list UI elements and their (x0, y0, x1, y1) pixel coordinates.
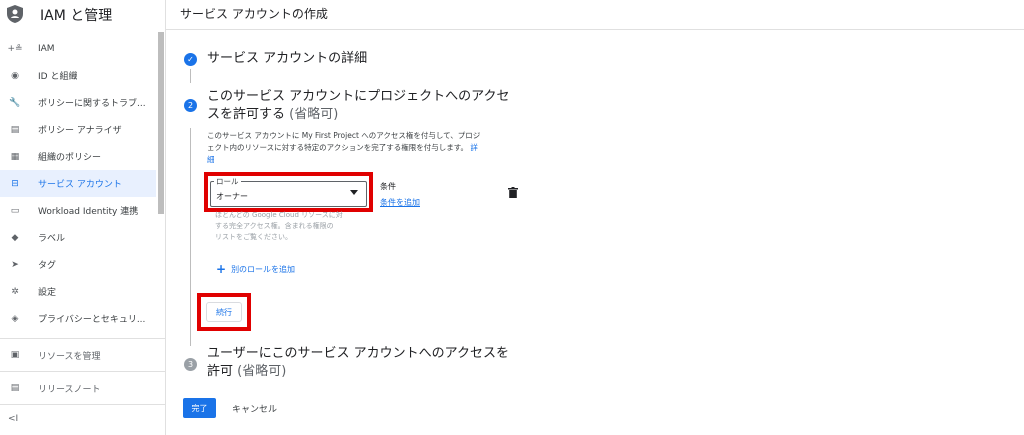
sidebar-item-label: IAM (38, 43, 55, 54)
step2-number-badge: 2 (184, 99, 197, 112)
delete-trash-icon[interactable] (508, 187, 518, 198)
folder-icon: ▣ (10, 350, 20, 360)
step3-optional: (省略可) (237, 364, 287, 379)
sidebar-item-label: リソースを管理 (38, 351, 101, 362)
sidebar-item-label: ポリシーに関するトラブ... (38, 99, 146, 109)
shield-icon: ◈ (11, 313, 19, 324)
sidebar-divider (0, 404, 166, 405)
sidebar-item-settings[interactable]: ✲ 設定 (0, 278, 156, 305)
sidebar-item-org-policies[interactable]: ▦ 組織のポリシー (0, 143, 156, 170)
sidebar-item-tags[interactable]: ➤ タグ (0, 251, 156, 278)
sidebar-header: IAM と管理 (0, 0, 166, 32)
policy-analyzer-icon: ▤ (10, 124, 20, 135)
sidebar-item-label: サービス アカウント (38, 180, 122, 190)
highlight-box-continue (197, 293, 251, 331)
page-title: サービス アカウントの作成 (180, 7, 328, 21)
sidebar-item-label: リリースノート (38, 384, 101, 395)
sidebar-item-manage-resources[interactable]: ▣ リソースを管理 (0, 340, 166, 370)
collapse-sidebar-icon[interactable]: <I (8, 414, 18, 424)
sidebar-item-label: 組織のポリシー (38, 153, 102, 163)
sidebar-divider (0, 338, 166, 339)
add-role-label: 別のロールを追加 (231, 264, 296, 274)
check-icon: ✓ (187, 55, 194, 64)
step-connector (190, 128, 191, 346)
step3-number-badge: 3 (184, 358, 197, 371)
sidebar-title: IAM と管理 (40, 8, 113, 24)
desc-line1: このサービス アカウントに My First Project へのアクセス権を付… (207, 131, 481, 140)
sidebar-item-label: プライバシーとセキュリ... (38, 315, 146, 325)
gear-icon: ✲ (11, 286, 19, 297)
add-condition-link[interactable]: 条件を追加 (380, 197, 420, 208)
sidebar-item-label: ID と組織 (38, 72, 78, 82)
id-card-icon: ▭ (10, 205, 20, 216)
sidebar-item-workload-identity[interactable]: ▭ Workload Identity 連携 (0, 197, 156, 224)
label-icon: ◆ (11, 232, 19, 243)
add-another-role-button[interactable]: + 別のロールを追加 (216, 262, 295, 276)
role-help-text: ほとんどの Google Cloud リソースに対 する完全アクセス権。含まれる… (215, 210, 365, 243)
step2-description: このサービス アカウントに My First Project へのアクセス権を付… (207, 130, 532, 166)
cancel-button[interactable]: キャンセル (232, 402, 277, 415)
plus-icon: + (216, 262, 227, 276)
highlight-box-role (204, 172, 373, 212)
page-header: サービス アカウントの作成 (166, 0, 1024, 30)
sidebar-item-policy-analyzer[interactable]: ▤ ポリシー アナライザ (0, 116, 156, 143)
step3-title-line1: ユーザーにこのサービス アカウントへのアクセスを (207, 346, 509, 361)
person-add-icon: +≗ (7, 43, 23, 54)
sidebar-item-label: ポリシー アナライザ (38, 126, 122, 136)
learn-more-link[interactable]: 詳 (470, 143, 478, 152)
sidebar-item-service-accounts[interactable]: ⊟ サービス アカウント (0, 170, 156, 197)
step1-title[interactable]: サービス アカウントの詳細 (207, 50, 367, 68)
step2-title-line1: このサービス アカウントにプロジェクトへのアクセ (207, 89, 510, 104)
sidebar-item-label: タグ (38, 261, 57, 271)
sidebar-item-release-notes[interactable]: ▤ リリースノート (0, 373, 166, 403)
step2-number: 2 (187, 101, 194, 110)
sidebar-divider (0, 371, 166, 372)
sidebar-item-label: 設定 (38, 288, 57, 298)
sidebar-item-iam[interactable]: +≗ IAM (0, 35, 156, 62)
step3-title[interactable]: ユーザーにこのサービス アカウントへのアクセスを 許可 (省略可) (207, 345, 537, 381)
list-box-icon: ▦ (10, 151, 20, 162)
account-circle-icon: ◉ (11, 70, 19, 81)
step-complete-check-icon: ✓ (184, 53, 197, 66)
service-account-icon: ⊟ (11, 178, 19, 189)
step3-number: 3 (187, 360, 194, 369)
sidebar-scrollbar[interactable] (158, 32, 164, 214)
tag-icon: ➤ (11, 259, 19, 270)
role-help-line1: ほとんどの Google Cloud リソースに対 (215, 211, 343, 219)
role-help-line2: する完全アクセス権。含まれる権限の (215, 222, 334, 230)
sidebar: IAM と管理 +≗ IAM ◉ ID と組織 🔧 ポリシーに関するトラブ...… (0, 0, 166, 435)
iam-shield-icon (7, 5, 23, 23)
step3-title-line2: 許可 (207, 364, 234, 379)
sidebar-item-identity-org[interactable]: ◉ ID と組織 (0, 62, 156, 89)
wrench-icon: 🔧 (9, 97, 21, 108)
sidebar-item-privacy-security[interactable]: ◈ プライバシーとセキュリ... (0, 305, 156, 332)
step2-title-line2: スを許可する (207, 107, 286, 122)
done-button[interactable]: 完了 (183, 398, 216, 418)
sidebar-item-label: Workload Identity 連携 (38, 207, 139, 217)
sidebar-item-labels[interactable]: ◆ ラベル (0, 224, 156, 251)
sidebar-item-label: ラベル (38, 234, 66, 244)
learn-more-link-cont[interactable]: 細 (207, 155, 215, 164)
desc-line2: ェクト内のリソースに対する特定のアクションを完了する権限を付与します。 (207, 143, 468, 152)
notes-icon: ▤ (10, 383, 20, 393)
step-connector (190, 69, 191, 83)
role-help-line3: リストをご覧ください。 (215, 233, 292, 241)
sidebar-item-policy-troubleshooter[interactable]: 🔧 ポリシーに関するトラブ... (0, 89, 156, 116)
condition-label: 条件 (380, 182, 396, 191)
step2-optional: (省略可) (289, 107, 339, 122)
step2-title: このサービス アカウントにプロジェクトへのアクセ スを許可する (省略可) (207, 88, 537, 124)
